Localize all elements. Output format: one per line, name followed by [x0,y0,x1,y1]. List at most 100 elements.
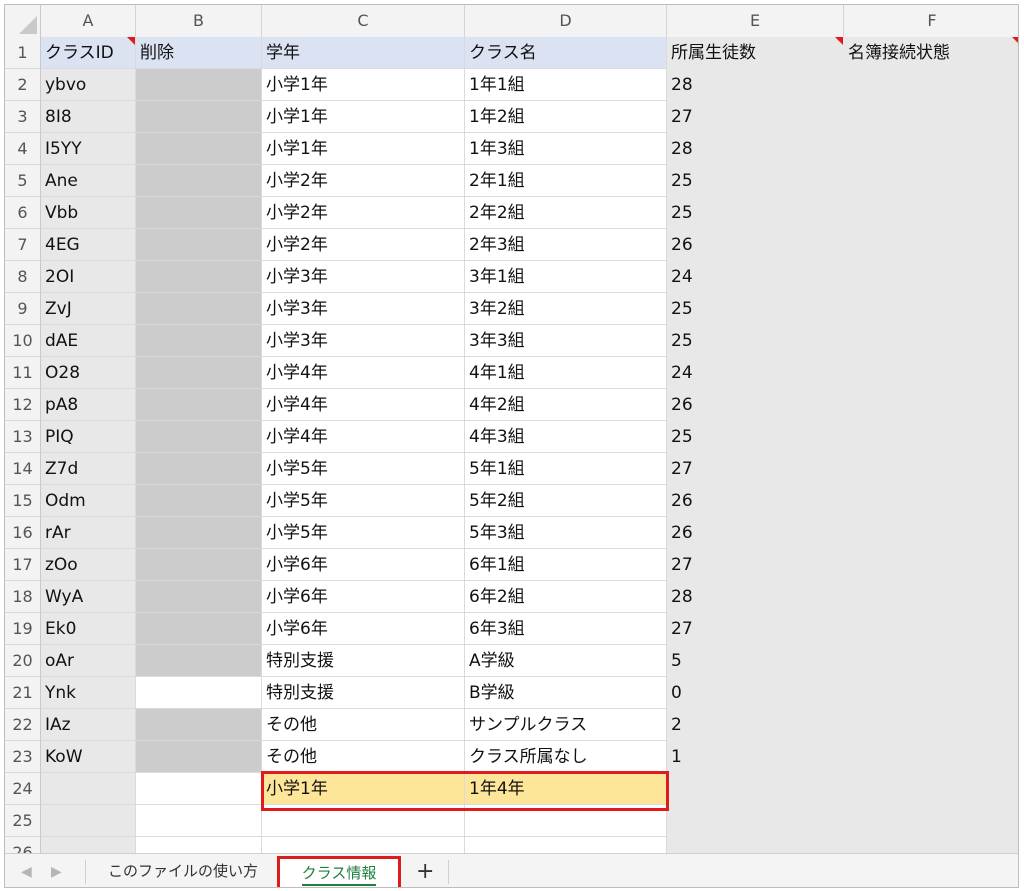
tab-how-to-use[interactable]: このファイルの使い方 [95,854,271,887]
cell-roster-status[interactable] [844,741,1018,773]
cell-grade[interactable]: 小学2年 [262,165,465,197]
cell-roster-status[interactable] [844,261,1018,293]
row-header[interactable]: 8 [5,261,41,293]
cell-student-count[interactable]: 0 [667,677,844,709]
cell-class-id[interactable]: KoW [41,741,136,773]
row-header[interactable]: 5 [5,165,41,197]
cell-class-id[interactable]: Ane [41,165,136,197]
cell-student-count[interactable] [667,805,844,837]
cell-student-count[interactable]: 27 [667,101,844,133]
cell-class-name[interactable]: 1年3組 [465,133,667,165]
cell-delete[interactable] [136,101,262,133]
cell-grade[interactable]: 小学5年 [262,517,465,549]
cell-class-name[interactable]: 2年3組 [465,229,667,261]
cell-roster-status[interactable] [844,773,1018,805]
row-header[interactable]: 13 [5,421,41,453]
row-header[interactable]: 3 [5,101,41,133]
comment-indicator-icon[interactable] [835,37,843,45]
column-header-a[interactable]: A [41,5,136,37]
cell-roster-status[interactable] [844,709,1018,741]
cell-class-name[interactable]: 6年3組 [465,613,667,645]
cell-roster-status[interactable] [844,69,1018,101]
next-sheet-icon[interactable]: ▶ [51,864,62,880]
cell-roster-status[interactable] [844,325,1018,357]
cell-class-id[interactable]: WyA [41,581,136,613]
cell-student-count[interactable]: 25 [667,325,844,357]
cell-class-id[interactable]: I5YY [41,133,136,165]
column-header-f[interactable]: F [844,5,1018,37]
cell-class-id[interactable]: Ynk [41,677,136,709]
cell-class-name[interactable]: B学級 [465,677,667,709]
cell-delete[interactable] [136,549,262,581]
cell-student-count[interactable]: 27 [667,613,844,645]
cell-grade[interactable]: 小学6年 [262,581,465,613]
cell-student-count[interactable]: 26 [667,229,844,261]
cell-class-name[interactable]: A学級 [465,645,667,677]
cell-student-count[interactable]: 25 [667,293,844,325]
cell-delete[interactable] [136,741,262,773]
cell-class-id[interactable]: ybvo [41,69,136,101]
cell-delete[interactable] [136,69,262,101]
cell-delete[interactable] [136,229,262,261]
row-header[interactable]: 9 [5,293,41,325]
cell-student-count[interactable]: 28 [667,581,844,613]
row-header[interactable]: 6 [5,197,41,229]
cell-delete[interactable] [136,453,262,485]
cell-delete[interactable] [136,165,262,197]
cell-class-name[interactable]: クラス所属なし [465,741,667,773]
cell-grade[interactable]: 小学6年 [262,549,465,581]
cell-class-id[interactable]: PIQ [41,421,136,453]
cell-student-count[interactable]: 2 [667,709,844,741]
cell-delete[interactable] [136,581,262,613]
cell-class-name[interactable]: 3年3組 [465,325,667,357]
row-header[interactable]: 15 [5,485,41,517]
row-header[interactable]: 2 [5,69,41,101]
cell-class-id[interactable] [41,837,136,853]
cell-grade[interactable]: 小学3年 [262,325,465,357]
row-header[interactable]: 11 [5,357,41,389]
row-header[interactable]: 14 [5,453,41,485]
cell-class-name[interactable] [465,805,667,837]
cell-class-name[interactable]: 5年1組 [465,453,667,485]
cell-student-count[interactable]: 27 [667,453,844,485]
cell-student-count[interactable]: 25 [667,165,844,197]
row-header[interactable]: 26 [5,837,41,853]
cell-delete[interactable] [136,261,262,293]
cell-class-id[interactable]: Z7d [41,453,136,485]
cell-class-id[interactable]: pA8 [41,389,136,421]
cell-class-id[interactable] [41,773,136,805]
cell-delete[interactable] [136,357,262,389]
cell-class-id[interactable]: dAE [41,325,136,357]
cell-delete[interactable] [136,837,262,853]
header-cell-delete[interactable]: 削除 [136,37,262,69]
cell-grade[interactable]: 小学1年 [262,101,465,133]
cell-student-count[interactable]: 1 [667,741,844,773]
cell-delete[interactable] [136,325,262,357]
cell-class-name[interactable]: 6年1組 [465,549,667,581]
header-cell-class-id[interactable]: クラスID [41,37,136,69]
cell-delete[interactable] [136,517,262,549]
cell-grade[interactable]: 小学2年 [262,229,465,261]
cell-class-id[interactable]: Vbb [41,197,136,229]
cell-grade[interactable]: 小学2年 [262,197,465,229]
cell-class-name[interactable]: 1年4年 [465,773,667,805]
column-header-d[interactable]: D [465,5,667,37]
cell-roster-status[interactable] [844,133,1018,165]
cell-class-id[interactable]: 8I8 [41,101,136,133]
cell-delete[interactable] [136,421,262,453]
cell-delete[interactable] [136,709,262,741]
cell-delete[interactable] [136,805,262,837]
column-header-c[interactable]: C [262,5,465,37]
cell-delete[interactable] [136,197,262,229]
row-header[interactable]: 7 [5,229,41,261]
cell-roster-status[interactable] [844,805,1018,837]
cell-delete[interactable] [136,293,262,325]
cell-roster-status[interactable] [844,293,1018,325]
cell-grade[interactable]: 小学4年 [262,389,465,421]
cell-student-count[interactable]: 26 [667,485,844,517]
cell-class-name[interactable]: 1年1組 [465,69,667,101]
cell-class-name[interactable]: 4年1組 [465,357,667,389]
cell-grade[interactable]: 特別支援 [262,645,465,677]
cell-roster-status[interactable] [844,453,1018,485]
cell-grade[interactable]: 小学1年 [262,69,465,101]
